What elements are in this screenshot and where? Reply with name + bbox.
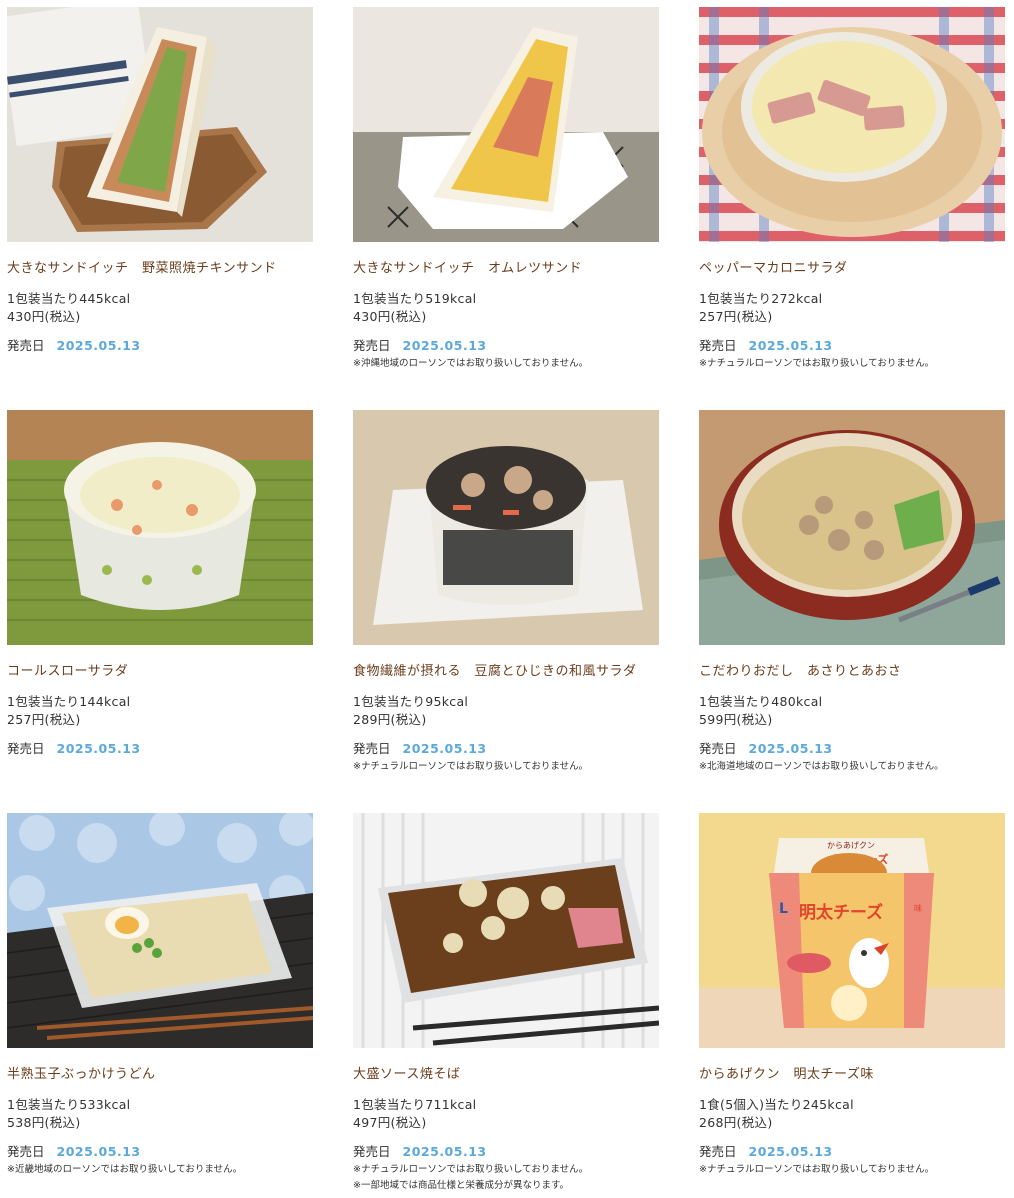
- release-info: 発売日 2025.05.13: [353, 1143, 659, 1161]
- release-label: 発売日: [353, 741, 391, 756]
- product-card[interactable]: 食物繊維が摂れる 豆腐とひじきの和風サラダ 1包装当たり95kcal 289円(…: [353, 410, 659, 774]
- product-kcal: 1包装当たり272kcal: [699, 291, 823, 306]
- release-info: 発売日 2025.05.13: [699, 1143, 1005, 1161]
- product-kcal: 1食(5個入)当たり245kcal: [699, 1097, 854, 1112]
- product-note: ※ナチュラルローソンではお取り扱いしておりません。: [353, 761, 589, 772]
- product-card[interactable]: 大きなサンドイッチ 野菜照焼チキンサンド 1包装当たり445kcal 430円(…: [7, 7, 313, 355]
- product-image[interactable]: [353, 410, 659, 645]
- product-price: 497円(税込): [353, 1115, 427, 1130]
- product-card[interactable]: 半熟玉子ぶっかけうどん 1包装当たり533kcal 538円(税込) 発売日 20…: [7, 813, 313, 1177]
- product-image[interactable]: [699, 7, 1005, 242]
- release-date: 2025.05.13: [56, 741, 141, 756]
- release-date: 2025.05.13: [56, 338, 141, 353]
- release-label: 発売日: [7, 741, 45, 756]
- product-image[interactable]: [353, 813, 659, 1048]
- product-card[interactable]: からあげクン 明太チーズ L 明太チーズ 味 からあげクン 明太チーズ味 1食(…: [699, 813, 1005, 1177]
- product-price: 268円(税込): [699, 1115, 773, 1130]
- release-date: 2025.05.13: [748, 1144, 833, 1159]
- product-note: ※近畿地域のローソンではお取り扱いしておりません。: [7, 1164, 243, 1175]
- product-note: ※北海道地域のローソンではお取り扱いしておりません。: [699, 761, 944, 772]
- product-grid: 大きなサンドイッチ 野菜照焼チキンサンド 1包装当たり445kcal 430円(…: [0, 0, 1014, 1198]
- product-price: 430円(税込): [7, 309, 81, 324]
- product-title[interactable]: 食物繊維が摂れる 豆腐とひじきの和風サラダ: [353, 663, 659, 680]
- product-card[interactable]: コールスローサラダ 1包装当たり144kcal 257円(税込) 発売日 2025…: [7, 410, 313, 758]
- package-flavor-suffix: 味: [914, 903, 922, 913]
- release-label: 発売日: [7, 338, 45, 353]
- product-title[interactable]: 大きなサンドイッチ オムレツサンド: [353, 260, 659, 277]
- package-brand-text: からあげクン: [827, 841, 875, 850]
- release-label: 発売日: [353, 338, 391, 353]
- release-label: 発売日: [7, 1144, 45, 1159]
- product-price: 257円(税込): [699, 309, 773, 324]
- product-title[interactable]: こだわりおだし あさりとあおさ: [699, 663, 1005, 680]
- release-date: 2025.05.13: [402, 1144, 487, 1159]
- product-note: ※沖縄地域のローソンではお取り扱いしておりません。: [353, 358, 589, 369]
- product-note: ※ナチュラルローソンではお取り扱いしておりません。: [699, 358, 935, 369]
- product-note: ※一部地域では商品仕様と栄養成分が異なります。: [353, 1180, 570, 1191]
- package-logo: L: [779, 901, 788, 917]
- release-info: 発売日 2025.05.13: [353, 337, 659, 355]
- release-label: 発売日: [699, 741, 737, 756]
- release-info: 発売日 2025.05.13: [7, 1143, 313, 1161]
- product-card[interactable]: ペッパーマカロニサラダ 1包装当たり272kcal 257円(税込) 発売日 20…: [699, 7, 1005, 371]
- product-title[interactable]: コールスローサラダ: [7, 663, 313, 680]
- product-price: 538円(税込): [7, 1115, 81, 1130]
- product-kcal: 1包装当たり445kcal: [7, 291, 131, 306]
- product-price: 599円(税込): [699, 712, 773, 727]
- product-image[interactable]: [7, 7, 313, 242]
- release-date: 2025.05.13: [402, 741, 487, 756]
- product-image[interactable]: [699, 410, 1005, 645]
- release-label: 発売日: [699, 1144, 737, 1159]
- release-label: 発売日: [353, 1144, 391, 1159]
- product-title[interactable]: 大盛ソース焼そば: [353, 1066, 659, 1083]
- product-title[interactable]: ペッパーマカロニサラダ: [699, 260, 1005, 277]
- product-card[interactable]: 大盛ソース焼そば 1包装当たり711kcal 497円(税込) 発売日 2025.…: [353, 813, 659, 1193]
- release-info: 発売日 2025.05.13: [353, 740, 659, 758]
- product-price: 430円(税込): [353, 309, 427, 324]
- product-note: ※ナチュラルローソンではお取り扱いしておりません。: [699, 1164, 935, 1175]
- product-price: 289円(税込): [353, 712, 427, 727]
- product-kcal: 1包装当たり144kcal: [7, 694, 131, 709]
- product-title[interactable]: 半熟玉子ぶっかけうどん: [7, 1066, 313, 1083]
- product-kcal: 1包装当たり711kcal: [353, 1097, 477, 1112]
- product-kcal: 1包装当たり480kcal: [699, 694, 823, 709]
- product-image[interactable]: [353, 7, 659, 242]
- release-date: 2025.05.13: [748, 338, 833, 353]
- release-date: 2025.05.13: [56, 1144, 141, 1159]
- product-title[interactable]: からあげクン 明太チーズ味: [699, 1066, 1005, 1083]
- product-card[interactable]: こだわりおだし あさりとあおさ 1包装当たり480kcal 599円(税込) 発…: [699, 410, 1005, 774]
- product-kcal: 1包装当たり519kcal: [353, 291, 477, 306]
- release-info: 発売日 2025.05.13: [699, 740, 1005, 758]
- release-info: 発売日 2025.05.13: [7, 337, 313, 355]
- product-image[interactable]: [7, 410, 313, 645]
- release-label: 発売日: [699, 338, 737, 353]
- release-info: 発売日 2025.05.13: [699, 337, 1005, 355]
- package-flavor-large: 明太チーズ: [799, 902, 883, 923]
- product-title[interactable]: 大きなサンドイッチ 野菜照焼チキンサンド: [7, 260, 313, 277]
- product-kcal: 1包装当たり95kcal: [353, 694, 469, 709]
- product-image[interactable]: からあげクン 明太チーズ L 明太チーズ 味: [699, 813, 1005, 1048]
- product-kcal: 1包装当たり533kcal: [7, 1097, 131, 1112]
- release-date: 2025.05.13: [748, 741, 833, 756]
- product-card[interactable]: 大きなサンドイッチ オムレツサンド 1包装当たり519kcal 430円(税込)…: [353, 7, 659, 371]
- product-price: 257円(税込): [7, 712, 81, 727]
- release-info: 発売日 2025.05.13: [7, 740, 313, 758]
- product-image[interactable]: [7, 813, 313, 1048]
- release-date: 2025.05.13: [402, 338, 487, 353]
- product-note: ※ナチュラルローソンではお取り扱いしておりません。: [353, 1164, 589, 1175]
